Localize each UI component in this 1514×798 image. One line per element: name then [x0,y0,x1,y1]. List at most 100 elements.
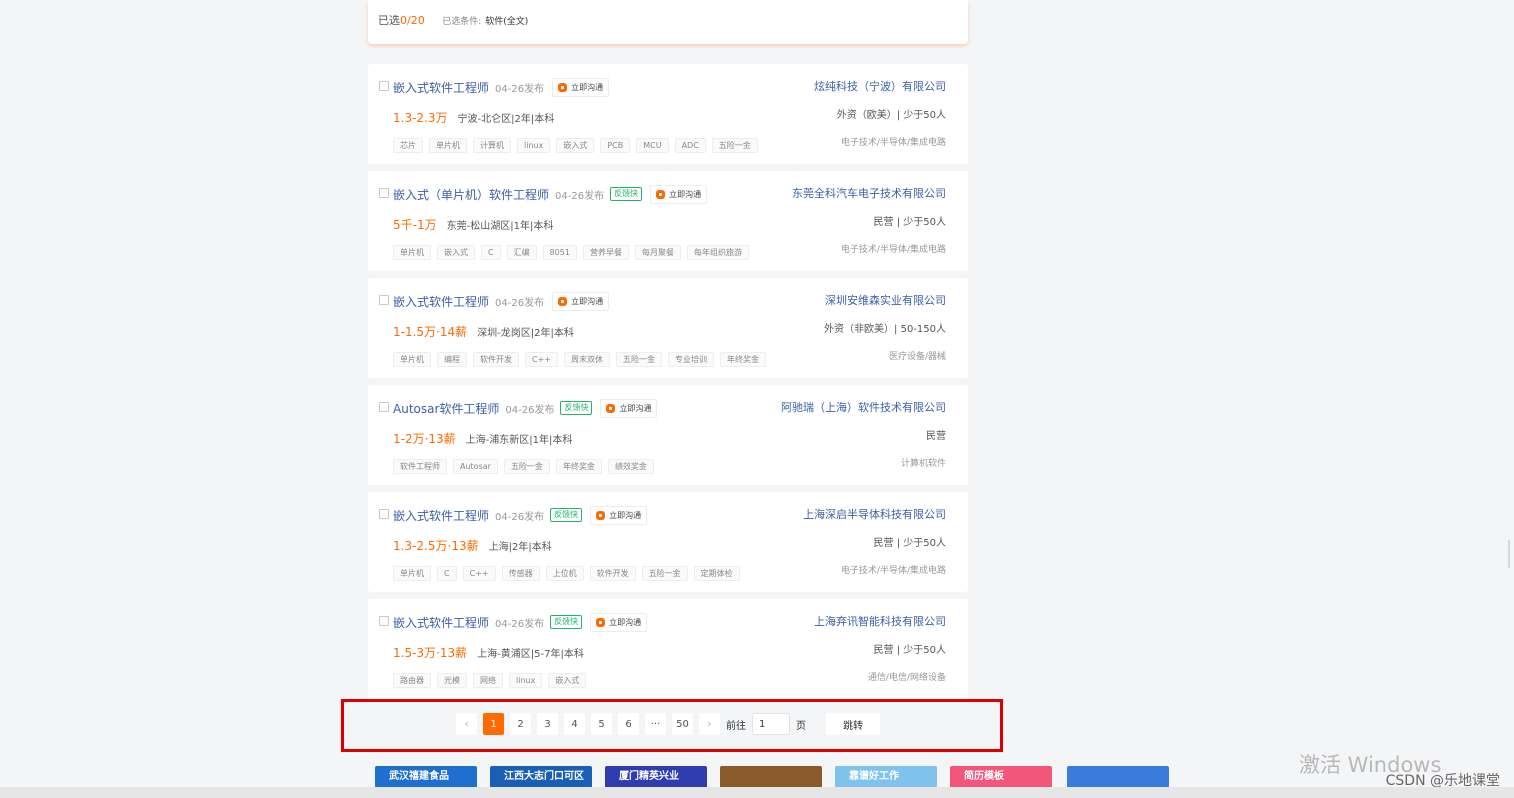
selected-count: 0/20 [400,14,425,27]
company-name-link[interactable]: 东莞全科汽车电子技术有限公司 [792,185,946,201]
job-card[interactable]: Autosar软件工程师 04-26发布 反馈快 立即沟通 1-2万·13薪 上… [368,385,968,485]
company-name-link[interactable]: 上海深启半导体科技有限公司 [803,506,946,522]
job-select-checkbox[interactable] [379,402,389,412]
pagination-next-button[interactable]: › [699,713,720,735]
pagination-page-4[interactable]: 4 [564,713,585,735]
pagination-page-2[interactable]: 2 [510,713,531,735]
pagination-ellipsis[interactable]: ··· [645,713,666,735]
job-title-link[interactable]: Autosar软件工程师 [393,400,499,417]
company-name-link[interactable]: 上海弃讯智能科技有限公司 [814,613,946,629]
job-tag: 上位机 [545,566,584,581]
job-tag: 单片机 [393,566,431,581]
chat-now-button[interactable]: 立即沟通 [590,505,648,525]
job-tag: 绩效奖金 [607,459,654,474]
job-post-date: 04-26发布 [495,83,545,95]
pagination-page-3[interactable]: 3 [537,713,558,735]
ad-banner-text: 江西大志门口可区 [504,771,584,782]
company-name-link[interactable]: 深圳安维森实业有限公司 [825,292,946,308]
company-type-size: 外资（欧美）| 少于50人 [836,110,946,121]
company-industry: 电子技术/半导体/集成电路 [840,138,946,148]
job-card[interactable]: 嵌入式软件工程师 04-26发布 立即沟通 1.3-2.3万 宁波-北仑区|2年… [368,64,968,164]
pagination-page-50[interactable]: 50 [672,713,693,735]
chat-now-button[interactable]: 立即沟通 [552,77,610,97]
job-location-exp-edu: 东莞-松山湖区|1年|本科 [446,221,554,232]
jump-button[interactable]: 跳转 [826,713,880,735]
job-tag: C++ [462,566,496,581]
job-tag: 软件开发 [589,566,636,581]
job-title-link[interactable]: 嵌入式（单片机）软件工程师 [393,186,549,203]
job-select-checkbox[interactable] [379,81,389,91]
job-tag: 每月聚餐 [634,245,681,260]
job-tag: 光模 [437,673,467,688]
job-select-checkbox[interactable] [379,188,389,198]
pagination-page-6[interactable]: 6 [618,713,639,735]
fast-feedback-text: 反馈快 [564,403,589,412]
job-select-checkbox[interactable] [379,616,389,626]
chat-now-label: 立即沟通 [609,510,642,520]
selected-label: 已选 [378,14,400,27]
scrollbar-thumb[interactable] [1508,540,1510,568]
ad-banner-text: 靠谱好工作 [849,771,899,782]
pagination-page-5[interactable]: 5 [591,713,612,735]
chat-now-label: 立即沟通 [619,403,652,413]
ad-banner[interactable] [1067,766,1169,788]
ad-banner-text: 武汉禧建食品 [389,771,449,782]
ad-banner[interactable] [720,766,822,788]
chat-now-button[interactable]: 立即沟通 [590,612,648,632]
ad-banner-text: 厦门精英兴业 [619,771,679,782]
job-tag: PCB [600,138,631,153]
pagination-prev-button[interactable]: ‹ [456,713,477,735]
job-title-link[interactable]: 嵌入式软件工程师 [393,614,489,631]
fast-feedback-text: 反馈快 [554,617,579,626]
company-industry: 通信/电信/网络设备 [867,673,946,683]
job-tag: 计算机 [473,138,511,153]
job-post-date: 04-26发布 [505,404,555,416]
job-title-link[interactable]: 嵌入式软件工程师 [393,293,489,310]
job-card[interactable]: 嵌入式软件工程师 04-26发布 反馈快 立即沟通 1.5-3万·13薪 上海-… [368,599,968,699]
job-location-exp-edu: 宁波-北仑区|2年|本科 [457,114,555,125]
job-tag: 网络 [473,673,503,688]
job-card[interactable]: 嵌入式软件工程师 04-26发布 立即沟通 1-1.5万·14薪 深圳-龙岗区|… [368,278,968,378]
job-tag: 年终奖金 [720,352,766,367]
ad-banner[interactable]: 武汉禧建食品 [375,766,477,788]
bottom-bar [0,787,1514,798]
company-type-size: 民营 [926,431,946,442]
job-location-exp-edu: 上海-浦东新区|1年|本科 [465,435,573,446]
job-tag: 单片机 [429,138,467,153]
job-salary: 1.5-3万·13薪 [393,646,468,660]
chat-icon [606,403,616,413]
chat-now-button[interactable]: 立即沟通 [650,184,708,204]
job-select-checkbox[interactable] [379,295,389,305]
pagination-page-1[interactable]: 1 [483,713,504,735]
company-type-size: 外资（非欧美）| 50-150人 [824,324,946,335]
chat-now-label: 立即沟通 [571,296,604,306]
job-tag: Autosar [453,459,498,474]
company-name-link[interactable]: 阿驰瑞（上海）软件技术有限公司 [781,399,946,415]
condition-value[interactable]: 软件(全文) [485,17,528,27]
goto-page-input[interactable] [752,713,790,735]
ad-banner[interactable]: 江西大志门口可区 [490,766,592,788]
job-tag: 五险一金 [711,138,758,153]
job-card[interactable]: 嵌入式（单片机）软件工程师 04-26发布 反馈快 立即沟通 5千-1万 东莞-… [368,171,968,271]
chat-now-button[interactable]: 立即沟通 [600,398,658,418]
chat-now-button[interactable]: 立即沟通 [552,291,610,311]
ad-banner[interactable]: 靠谱好工作 [835,766,937,788]
ad-banner[interactable]: 厦门精英兴业 [605,766,707,788]
chat-icon [596,510,606,520]
ad-banner[interactable]: 简历模板 [950,766,1052,788]
pagination: ‹ 1 2 3 4 5 6 ··· 50 › 前往 页 跳转 [456,712,880,736]
job-salary: 1.3-2.5万·13薪 [393,539,479,553]
job-tag: 单片机 [393,352,431,367]
job-tag: 专业培训 [668,352,714,367]
job-select-checkbox[interactable] [379,509,389,519]
job-tag: 8051 [542,245,577,260]
chat-now-label: 立即沟通 [571,82,604,92]
chat-icon [558,296,568,306]
job-title-link[interactable]: 嵌入式软件工程师 [393,507,489,524]
company-name-link[interactable]: 炫纯科技（宁波）有限公司 [814,78,946,94]
job-tag: 五险一金 [616,352,662,367]
job-card[interactable]: 嵌入式软件工程师 04-26发布 反馈快 立即沟通 1.3-2.5万·13薪 上… [368,492,968,592]
job-title-link[interactable]: 嵌入式软件工程师 [393,79,489,96]
job-salary: 5千-1万 [393,218,437,232]
job-tag: 软件开发 [473,352,519,367]
